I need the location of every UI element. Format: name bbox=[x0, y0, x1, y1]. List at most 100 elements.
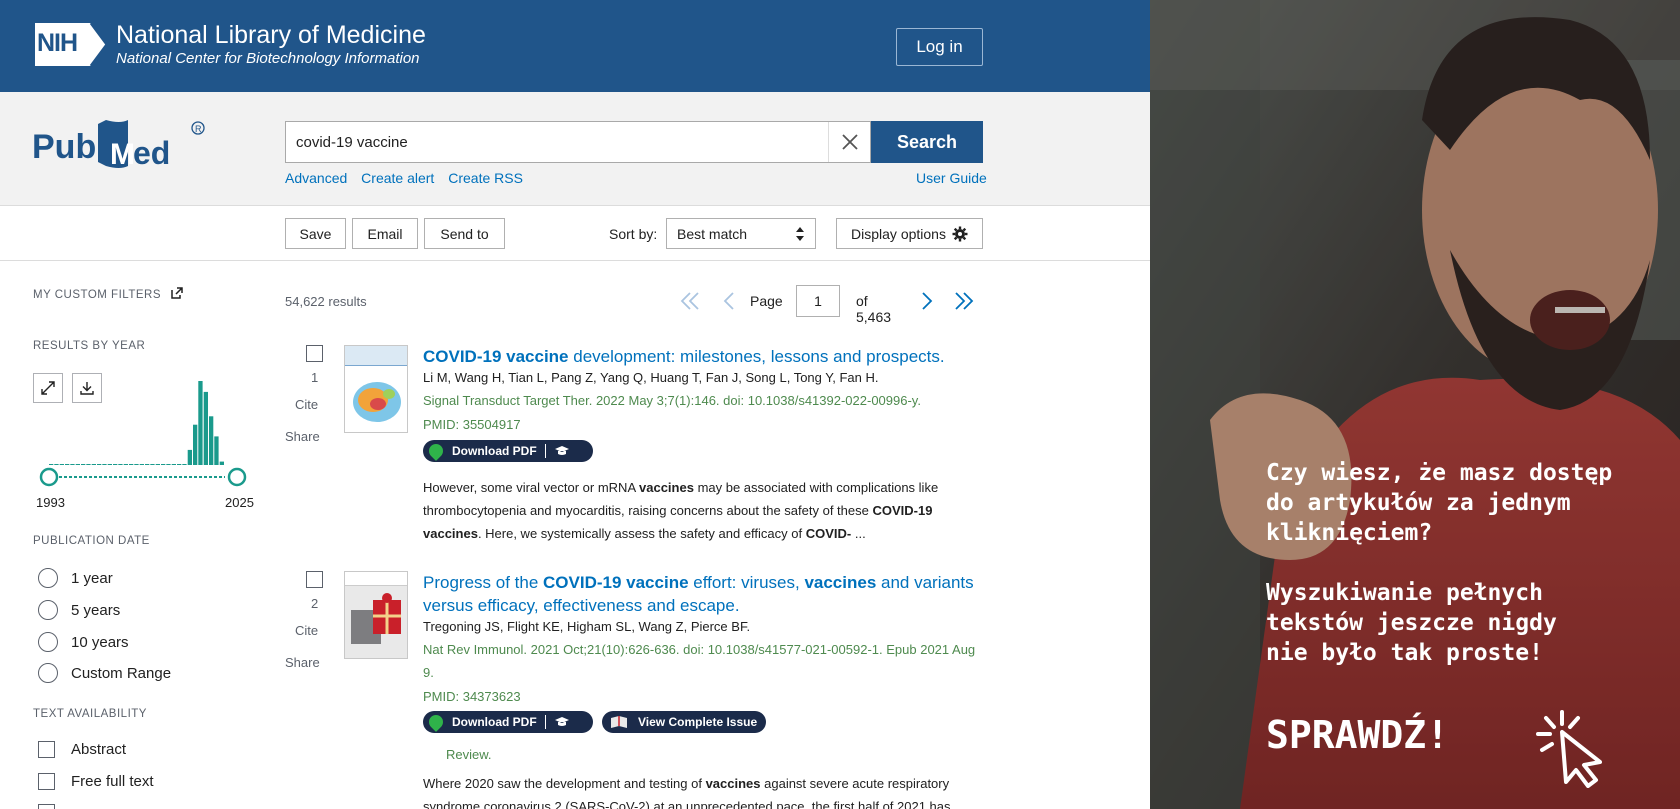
result-checkbox[interactable] bbox=[306, 345, 323, 362]
histogram-bar bbox=[134, 464, 139, 465]
radio-button[interactable] bbox=[38, 568, 58, 588]
checkbox[interactable] bbox=[38, 804, 55, 809]
share-button[interactable]: Share bbox=[285, 655, 320, 670]
result-abstract: However, some viral vector or mRNA vacci… bbox=[423, 476, 983, 545]
sort-label: Sort by: bbox=[609, 226, 658, 242]
publication-date-heading: PUBLICATION DATE bbox=[33, 535, 150, 547]
search-button[interactable]: Search bbox=[871, 121, 983, 163]
results-toolbar: Save Email Send to Sort by: Best match D… bbox=[0, 207, 1150, 261]
text-option-free-full-text[interactable]: Free full text bbox=[38, 773, 154, 790]
date-option-1-year[interactable]: 1 year bbox=[38, 568, 113, 588]
view-issue-label: View Complete Issue bbox=[638, 715, 758, 729]
login-button[interactable]: Log in bbox=[896, 28, 983, 66]
user-guide-link[interactable]: User Guide bbox=[916, 170, 987, 186]
first-page-icon[interactable] bbox=[680, 291, 700, 311]
ad-headline-line: do artykułów za jednym bbox=[1266, 490, 1571, 516]
last-page-icon[interactable] bbox=[954, 291, 974, 311]
histogram-bar bbox=[150, 464, 155, 465]
histogram-bar bbox=[70, 464, 75, 465]
advertisement-panel[interactable]: Czy wiesz, że masz dostęp do artykułów z… bbox=[1150, 0, 1680, 809]
svg-text:ed: ed bbox=[133, 135, 170, 171]
ad-headline-line: kliknięciem? bbox=[1266, 520, 1433, 546]
sort-select[interactable]: Best match bbox=[666, 218, 816, 249]
result-number: 2 bbox=[311, 596, 319, 611]
page-total: of 5,463 bbox=[856, 293, 892, 325]
leaf-icon bbox=[426, 712, 446, 732]
radio-button[interactable] bbox=[38, 663, 58, 683]
abstract-text: ... bbox=[851, 526, 866, 541]
create-alert-link[interactable]: Create alert bbox=[361, 170, 434, 186]
result-title-link[interactable]: COVID-19 vaccine development: milestones… bbox=[423, 345, 983, 368]
date-option-custom-range[interactable]: Custom Range bbox=[38, 663, 171, 683]
checkbox[interactable] bbox=[38, 741, 55, 758]
text-option-full-text[interactable] bbox=[38, 804, 71, 809]
advanced-link[interactable]: Advanced bbox=[285, 170, 347, 186]
search-input[interactable] bbox=[296, 122, 796, 162]
histogram-bar bbox=[177, 464, 182, 465]
journal-cover-thumbnail[interactable] bbox=[344, 571, 408, 659]
histogram-bar bbox=[118, 464, 123, 465]
graduation-cap-icon bbox=[554, 717, 569, 726]
email-button[interactable]: Email bbox=[352, 218, 418, 249]
result-journal: Signal Transduct Target Ther. 2022 May 3… bbox=[423, 393, 921, 408]
result-authors: Tregoning JS, Flight KE, Higham SL, Wang… bbox=[423, 619, 751, 634]
date-option-10-years[interactable]: 10 years bbox=[38, 632, 129, 652]
histogram-bar bbox=[123, 464, 128, 465]
results-count: 54,622 results bbox=[285, 294, 367, 309]
custom-filters-label: MY CUSTOM FILTERS bbox=[33, 289, 161, 301]
clear-search-icon[interactable] bbox=[828, 122, 870, 162]
view-complete-issue-button[interactable]: View Complete Issue bbox=[602, 711, 766, 733]
histogram-bar bbox=[91, 464, 96, 465]
journal-cover-thumbnail[interactable] bbox=[344, 345, 408, 433]
text-option-abstract[interactable]: Abstract bbox=[38, 741, 126, 758]
text-option-label: Abstract bbox=[71, 741, 127, 758]
next-page-icon[interactable] bbox=[920, 291, 934, 311]
date-option-label: 1 year bbox=[71, 569, 113, 587]
download-pdf-button[interactable]: Download PDF bbox=[423, 440, 593, 462]
cite-button[interactable]: Cite bbox=[295, 397, 318, 412]
date-option-label: 5 years bbox=[71, 601, 121, 619]
histogram-bar bbox=[129, 464, 134, 465]
gear-icon bbox=[952, 226, 968, 241]
page-number-input[interactable]: 1 bbox=[796, 285, 840, 317]
title-text: effort: viruses, bbox=[688, 573, 805, 592]
histogram-bar bbox=[187, 449, 192, 465]
send-to-button[interactable]: Send to bbox=[424, 218, 505, 249]
year-end-handle[interactable] bbox=[227, 467, 247, 487]
result-item: 2 Cite Share Progress of the COVID-19 va… bbox=[285, 571, 985, 809]
checkbox[interactable] bbox=[38, 773, 55, 790]
histogram-bar bbox=[155, 464, 160, 465]
org-title: National Library of Medicine bbox=[116, 21, 426, 49]
results-by-year-histogram[interactable] bbox=[33, 378, 263, 498]
display-options-label: Display options bbox=[851, 225, 946, 242]
histogram-bar bbox=[81, 464, 86, 465]
share-button[interactable]: Share bbox=[285, 429, 320, 444]
pubmed-logo-icon: Pub M ed R bbox=[32, 120, 205, 171]
histogram-bar bbox=[182, 464, 187, 465]
download-pdf-label: Download PDF bbox=[452, 715, 537, 729]
custom-filters-link[interactable]: MY CUSTOM FILTERS bbox=[33, 287, 183, 301]
pubmed-logo[interactable]: Pub M ed R bbox=[32, 114, 212, 174]
radio-button[interactable] bbox=[38, 600, 58, 620]
previous-page-icon[interactable] bbox=[722, 291, 736, 311]
download-pdf-button[interactable]: Download PDF bbox=[423, 711, 593, 733]
save-button[interactable]: Save bbox=[285, 218, 346, 249]
histogram-bar bbox=[54, 464, 59, 465]
result-authors: Li M, Wang H, Tian L, Pang Z, Yang Q, Hu… bbox=[423, 370, 879, 385]
search-links: Advanced Create alert Create RSS bbox=[285, 170, 533, 186]
display-options-button[interactable]: Display options bbox=[836, 218, 983, 249]
create-rss-link[interactable]: Create RSS bbox=[448, 170, 523, 186]
year-start-handle[interactable] bbox=[39, 467, 59, 487]
result-checkbox[interactable] bbox=[306, 571, 323, 588]
histogram-bar bbox=[49, 464, 54, 465]
histogram-bar bbox=[166, 464, 171, 465]
ad-cta-button[interactable]: SPRAWDŹ! bbox=[1266, 713, 1449, 757]
cite-button[interactable]: Cite bbox=[295, 623, 318, 638]
histogram-bar bbox=[214, 436, 219, 465]
date-option-label: Custom Range bbox=[71, 664, 172, 682]
date-option-5-years[interactable]: 5 years bbox=[38, 600, 120, 620]
radio-button[interactable] bbox=[38, 632, 58, 652]
title-highlight: vaccines bbox=[804, 573, 877, 592]
click-cursor-icon bbox=[1536, 710, 1602, 788]
result-title-link[interactable]: Progress of the COVID-19 vaccine effort:… bbox=[423, 571, 983, 617]
